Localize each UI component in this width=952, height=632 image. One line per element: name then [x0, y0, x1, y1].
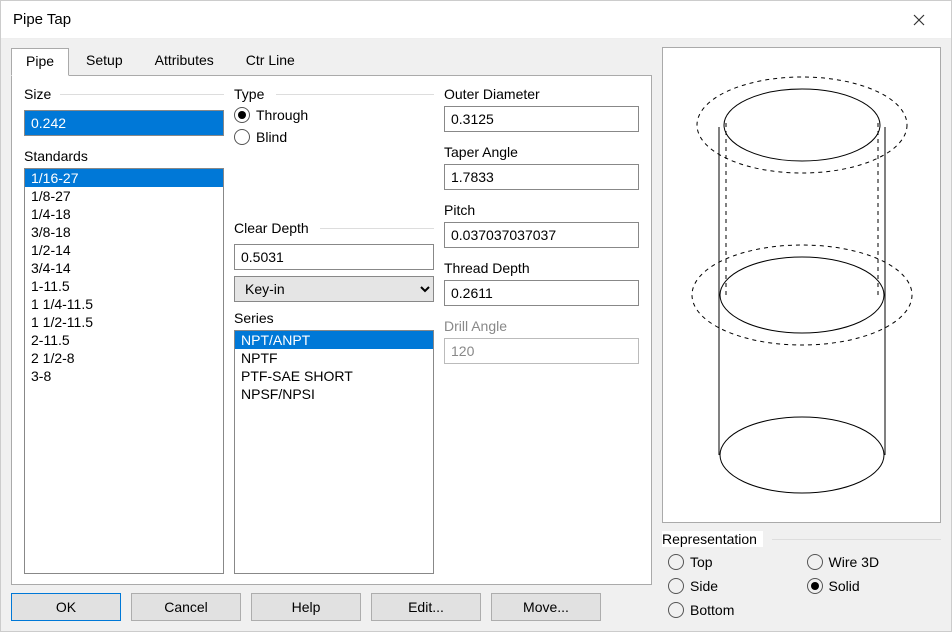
col-size-standards: Size Standards 1/16-27 1/8-27 1/4-18 3/8…: [24, 86, 224, 574]
taper-angle-input[interactable]: [444, 164, 639, 190]
tab-strip: Pipe Setup Attributes Ctr Line: [11, 47, 652, 75]
standards-label: Standards: [24, 148, 224, 164]
list-item[interactable]: 3-8: [25, 367, 223, 385]
pitch-input[interactable]: [444, 222, 639, 248]
clear-depth-input[interactable]: [234, 244, 434, 270]
clear-depth-mode-select[interactable]: Key-in: [234, 276, 434, 302]
size-label: Size: [24, 86, 224, 102]
radio-through[interactable]: Through: [234, 104, 434, 126]
cancel-button[interactable]: Cancel: [131, 593, 241, 621]
list-item[interactable]: 1 1/2-11.5: [25, 313, 223, 331]
list-item[interactable]: 1/16-27: [25, 169, 223, 187]
representation-label: Representation: [662, 531, 941, 547]
standards-listbox[interactable]: 1/16-27 1/8-27 1/4-18 3/8-18 1/2-14 3/4-…: [24, 168, 224, 574]
left-column: Pipe Setup Attributes Ctr Line Size Stan…: [11, 47, 652, 621]
pipe-tap-dialog: Pipe Tap Pipe Setup Attributes Ctr Line …: [0, 0, 952, 632]
outer-diameter-label: Outer Diameter: [444, 86, 639, 102]
thread-depth-label: Thread Depth: [444, 260, 639, 276]
pipe-tab-panel: Size Standards 1/16-27 1/8-27 1/4-18 3/8…: [11, 75, 652, 585]
drill-angle-input: [444, 338, 639, 364]
list-item[interactable]: 1/4-18: [25, 205, 223, 223]
size-input[interactable]: [24, 110, 224, 136]
titlebar: Pipe Tap: [1, 1, 951, 39]
button-row: OK Cancel Help Edit... Move...: [11, 593, 652, 621]
list-item[interactable]: NPTF: [235, 349, 433, 367]
taper-angle-label: Taper Angle: [444, 144, 639, 160]
radio-side[interactable]: Side: [668, 575, 797, 597]
representation-group: Representation Top Wire 3D Side Solid Bo…: [662, 531, 941, 621]
ok-button[interactable]: OK: [11, 593, 121, 621]
thread-depth-input[interactable]: [444, 280, 639, 306]
tab-setup[interactable]: Setup: [71, 47, 138, 75]
close-button[interactable]: [899, 5, 939, 35]
edit-button[interactable]: Edit...: [371, 593, 481, 621]
dialog-title: Pipe Tap: [13, 11, 71, 28]
preview-panel: [662, 47, 941, 523]
list-item[interactable]: 1/8-27: [25, 187, 223, 205]
pipe-preview-icon: [682, 65, 922, 505]
type-label: Type: [234, 86, 434, 102]
list-item[interactable]: 2 1/2-8: [25, 349, 223, 367]
list-item[interactable]: 1-11.5: [25, 277, 223, 295]
drill-angle-label: Drill Angle: [444, 318, 639, 334]
list-item[interactable]: NPT/ANPT: [235, 331, 433, 349]
series-label: Series: [234, 310, 434, 326]
col-parameters: Outer Diameter Taper Angle Pitch Thread …: [444, 86, 639, 574]
list-item[interactable]: 1/2-14: [25, 241, 223, 259]
close-icon: [913, 14, 925, 26]
clear-depth-label: Clear Depth: [234, 220, 434, 236]
radio-top[interactable]: Top: [668, 551, 797, 573]
list-item[interactable]: 2-11.5: [25, 331, 223, 349]
move-button[interactable]: Move...: [491, 593, 601, 621]
radio-blind[interactable]: Blind: [234, 126, 434, 148]
help-button[interactable]: Help: [251, 593, 361, 621]
tab-ctr-line[interactable]: Ctr Line: [231, 47, 310, 75]
radio-bottom[interactable]: Bottom: [668, 599, 797, 621]
list-item[interactable]: PTF-SAE SHORT: [235, 367, 433, 385]
outer-diameter-input[interactable]: [444, 106, 639, 132]
list-item[interactable]: 3/8-18: [25, 223, 223, 241]
radio-wire3d[interactable]: Wire 3D: [807, 551, 936, 573]
tab-attributes[interactable]: Attributes: [140, 47, 229, 75]
right-column: Representation Top Wire 3D Side Solid Bo…: [662, 47, 941, 621]
pitch-label: Pitch: [444, 202, 639, 218]
tab-pipe[interactable]: Pipe: [11, 48, 69, 76]
list-item[interactable]: 3/4-14: [25, 259, 223, 277]
col-type-depth-series: Type Through Blind Clear Depth Key-in Se…: [234, 86, 434, 574]
dialog-body: Pipe Setup Attributes Ctr Line Size Stan…: [1, 39, 951, 631]
list-item[interactable]: 1 1/4-11.5: [25, 295, 223, 313]
series-listbox[interactable]: NPT/ANPT NPTF PTF-SAE SHORT NPSF/NPSI: [234, 330, 434, 574]
radio-solid[interactable]: Solid: [807, 575, 936, 597]
list-item[interactable]: NPSF/NPSI: [235, 385, 433, 403]
